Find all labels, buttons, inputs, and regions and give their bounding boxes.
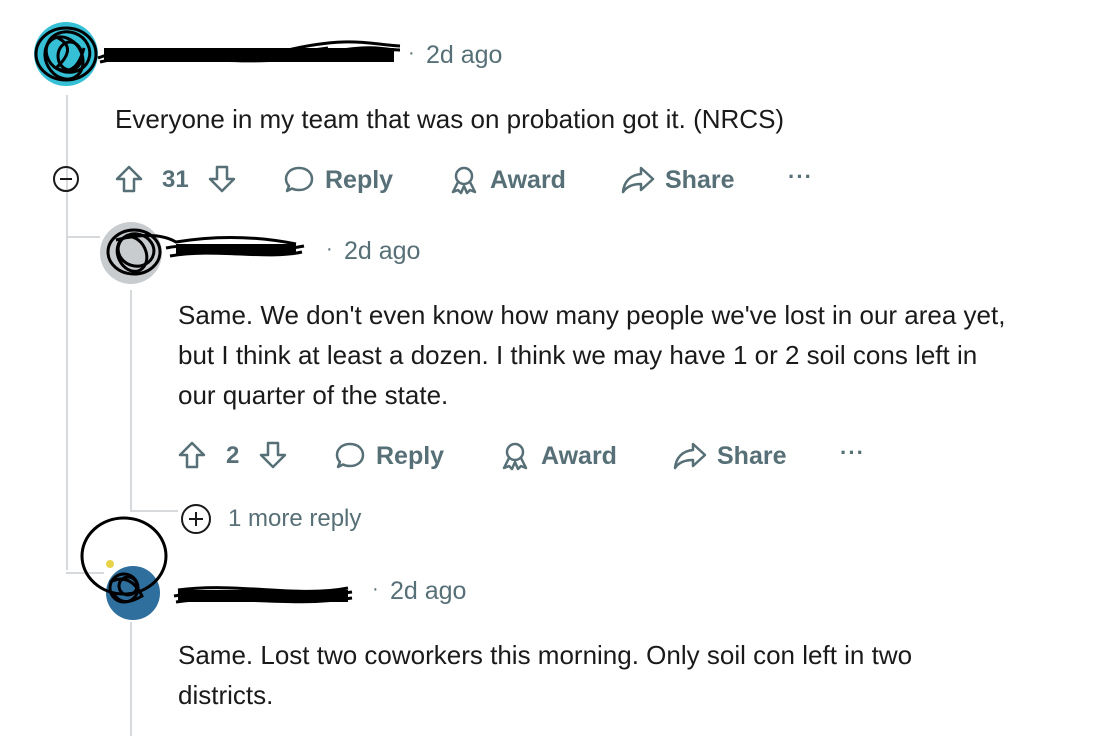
award-label: Award: [490, 165, 566, 194]
timestamp: 2d ago: [344, 237, 421, 265]
thread-line-third: [130, 622, 132, 736]
redaction-scribble: [106, 228, 305, 276]
vote-count: 2: [226, 442, 240, 469]
upvote-icon[interactable]: [114, 164, 144, 194]
thread-line-curve-1: [66, 236, 100, 238]
timestamp: 2d ago: [390, 577, 467, 605]
share-arrow-icon: [673, 442, 707, 470]
redaction-scribble: [80, 516, 353, 604]
award-ribbon-icon: [502, 442, 528, 471]
overflow-dots-icon[interactable]: ···: [840, 440, 865, 466]
comment-body-line: Same. We don't even know how many people…: [178, 300, 1006, 330]
award-button[interactable]: Award: [499, 440, 617, 472]
comment-body-line: but I think at least a dozen. I think we…: [178, 340, 978, 370]
downvote-icon[interactable]: [258, 440, 288, 470]
reply-label: Reply: [376, 441, 445, 470]
meta-separator: ·: [408, 42, 415, 64]
thread-line-nested: [130, 290, 132, 510]
downvote-icon[interactable]: [207, 164, 237, 194]
comment-body-line: districts.: [178, 680, 274, 710]
share-label: Share: [665, 165, 735, 194]
overflow-dots-icon[interactable]: ···: [788, 164, 813, 190]
timestamp: 2d ago: [426, 41, 503, 69]
share-button[interactable]: Share: [673, 440, 786, 472]
meta-separator: ·: [372, 578, 379, 600]
comment-body-line: Everyone in my team that was on probatio…: [115, 104, 785, 134]
comment-bubble-icon: [284, 166, 314, 193]
share-label: Share: [717, 441, 787, 470]
award-button[interactable]: Award: [448, 164, 566, 196]
comment-body: Same. Lost two coworkers this morning. O…: [178, 635, 912, 715]
comment-body: Same. We don't even know how many people…: [178, 295, 1005, 415]
meta-separator: ·: [326, 238, 333, 260]
redaction-scribble: [34, 26, 401, 82]
reply-label: Reply: [325, 165, 394, 194]
upvote-icon[interactable]: [177, 440, 207, 470]
collapse-thread-button[interactable]: [53, 166, 79, 192]
reply-button[interactable]: Reply: [334, 440, 444, 472]
award-ribbon-icon: [451, 166, 477, 195]
share-arrow-icon: [621, 166, 655, 194]
comment-bubble-icon: [335, 442, 365, 469]
comment-body-line: Same. Lost two coworkers this morning. O…: [178, 640, 913, 670]
comment-body: Everyone in my team that was on probatio…: [115, 99, 784, 139]
reply-button[interactable]: Reply: [283, 164, 393, 196]
share-button[interactable]: Share: [621, 164, 734, 196]
vote-count: 31: [162, 166, 189, 193]
award-label: Award: [541, 441, 617, 470]
comment-body-line: our quarter of the state.: [178, 380, 449, 410]
